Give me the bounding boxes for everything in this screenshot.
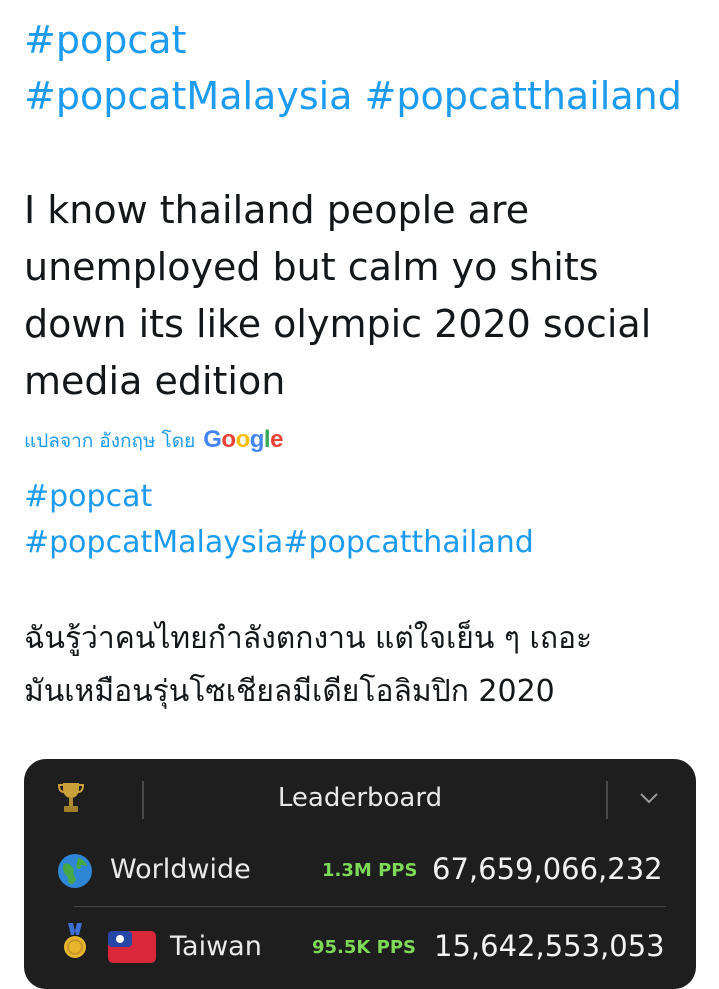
leaderboard-image[interactable]: Leaderboard Worldwide 1.3M PPS 67,659,06…: [24, 759, 696, 989]
tweet-text-line: unemployed but calm yo shits: [24, 245, 599, 289]
translation-notice-text: แปลจาก อังกฤษ โดย: [24, 430, 196, 452]
chevron-down-icon[interactable]: [638, 787, 660, 809]
tweet-text-line: I know thailand people are: [24, 188, 530, 232]
hashtag-link[interactable]: #popcatMalaysia #popcatthailand: [24, 68, 682, 124]
gold-medal-icon: [64, 923, 86, 958]
translation-notice[interactable]: แปลจาก อังกฤษ โดย Google: [24, 426, 283, 456]
globe-icon: [58, 854, 92, 888]
row-pps: 95.5K PPS: [312, 937, 416, 958]
row-name: Worldwide: [110, 854, 251, 885]
tweet-text-line: down its like olympic 2020 social: [24, 302, 652, 346]
translated-hashtags: #popcat #popcatMalaysia#popcatthailand: [24, 474, 534, 566]
row-divider: [74, 906, 666, 907]
translated-text-line: ฉันรู้ว่าคนไทยกำลังตกงาน แต่ใจเย็น ๆ เถอ…: [24, 621, 593, 656]
hashtag-link[interactable]: #popcatMalaysia#popcatthailand: [24, 520, 534, 566]
translated-text: ฉันรู้ว่าคนไทยกำลังตกงาน แต่ใจเย็น ๆ เถอ…: [24, 612, 704, 718]
leaderboard-row[interactable]: Worldwide 1.3M PPS 67,659,066,232: [24, 842, 696, 898]
leaderboard-title: Leaderboard: [277, 783, 443, 813]
row-name: Taiwan: [170, 931, 262, 962]
translated-text-line: มันเหมือนรุ่นโซเชียลมีเดียโอลิมปิก 2020: [24, 674, 555, 709]
tweet-text: I know thailand people are unemployed bu…: [24, 182, 704, 410]
tweet-text-line: media edition: [24, 359, 286, 403]
leaderboard-header[interactable]: Leaderboard: [24, 759, 696, 843]
leaderboard-row[interactable]: Taiwan 95.5K PPS 15,642,553,053: [24, 919, 696, 975]
google-logo: Google: [203, 426, 283, 453]
row-pps: 1.3M PPS: [322, 860, 418, 881]
row-count: 67,659,066,232: [432, 852, 663, 886]
taiwan-flag-icon: [108, 931, 156, 963]
original-hashtags: #popcat #popcatMalaysia #popcatthailand: [24, 12, 682, 124]
header-divider: [606, 781, 608, 819]
hashtag-link[interactable]: #popcat: [24, 12, 682, 68]
hashtag-link[interactable]: #popcat: [24, 474, 534, 520]
